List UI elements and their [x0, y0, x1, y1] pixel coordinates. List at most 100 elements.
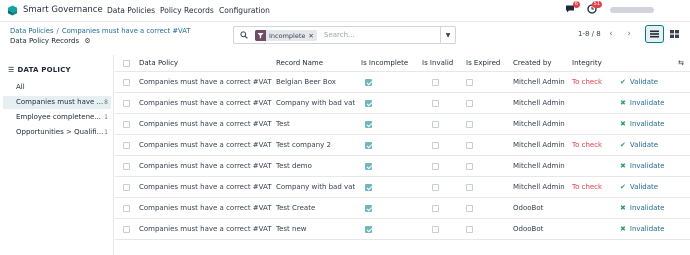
user-menu[interactable]	[610, 7, 654, 13]
close-icon: ✖	[620, 162, 626, 170]
validate-button[interactable]: ✔ Validate	[620, 72, 658, 92]
sidebar-item-employee-policy[interactable]: Employee completene... 1	[3, 111, 111, 124]
cell-is-expired-checkbox	[466, 219, 473, 239]
sidebar-item-all[interactable]: All	[3, 81, 111, 94]
sidebar-item-label: All	[16, 83, 25, 91]
column-header-is-expired[interactable]: Is Expired	[466, 55, 500, 71]
cell-is-incomplete-checkbox	[365, 177, 372, 197]
cell-data-policy: Companies must have a correct #VAT	[139, 183, 272, 191]
sidebar-item-vat-policy[interactable]: Companies must have ... 8	[3, 96, 111, 109]
action-label: Invalidate	[629, 225, 665, 233]
table-row[interactable]: Companies must have a correct #VAT Test n…	[115, 219, 690, 240]
search-icon[interactable]	[240, 31, 248, 39]
kanban-view-icon	[670, 30, 679, 38]
sidebar-item-label: Opportunities > Qualifi...	[16, 128, 104, 136]
close-icon: ✖	[620, 204, 626, 212]
cell-is-expired-checkbox	[466, 72, 473, 92]
search-input[interactable]: Search...	[324, 31, 355, 39]
row-select-checkbox[interactable]	[123, 177, 130, 197]
row-select-checkbox[interactable]	[123, 156, 130, 176]
list-icon: ☰	[8, 66, 15, 74]
column-header-data-policy[interactable]: Data Policy	[139, 55, 178, 71]
app-logo-icon[interactable]	[7, 5, 18, 16]
menu-data-policies[interactable]: Data Policies	[107, 6, 155, 15]
breadcrumb-data-policies[interactable]: Data Policies	[10, 27, 54, 35]
cell-created-by: Mitchell Admin	[513, 99, 565, 107]
column-header-is-invalid[interactable]: Is Invalid	[422, 55, 453, 71]
cell-is-invalid-checkbox	[432, 135, 439, 155]
row-select-checkbox[interactable]	[123, 198, 130, 218]
invalidate-button[interactable]: ✖ Invalidate	[620, 198, 664, 218]
cell-created-by: Mitchell Admin	[513, 141, 565, 149]
pager-previous-icon[interactable]: ‹	[604, 27, 618, 41]
row-select-checkbox[interactable]	[123, 219, 130, 239]
row-select-checkbox[interactable]	[123, 135, 130, 155]
select-all-checkbox[interactable]	[123, 55, 130, 71]
cell-record-name: Test Create	[276, 204, 316, 212]
cell-data-policy: Companies must have a correct #VAT	[139, 141, 272, 149]
chevron-down-icon[interactable]: ▼	[440, 27, 455, 43]
cell-integrity[interactable]: To check	[572, 72, 602, 92]
cell-data-policy: Companies must have a correct #VAT	[139, 204, 272, 212]
cell-is-incomplete-checkbox	[365, 156, 372, 176]
breadcrumb: Data Policies / Companies must have a corr…	[10, 27, 191, 35]
cell-is-expired-checkbox	[466, 114, 473, 134]
list-view-button[interactable]	[645, 25, 664, 43]
sidebar-item-opportunities-policy[interactable]: Opportunities > Qualifi... 1	[3, 126, 111, 139]
top-navbar: Smart Governance Data Policies Policy Re…	[0, 0, 690, 22]
cell-is-incomplete-checkbox	[365, 135, 372, 155]
check-icon: ✔	[620, 141, 626, 149]
pager-value[interactable]: 1-8 / 8	[578, 30, 601, 38]
search-bar[interactable]: Incomplete ✕ Search... ▼	[233, 26, 456, 44]
cell-data-policy: Companies must have a correct #VAT	[139, 225, 272, 233]
action-label: Invalidate	[629, 120, 665, 128]
cell-is-invalid-checkbox	[432, 93, 439, 113]
activities-button[interactable]: 51	[587, 1, 602, 16]
cell-is-invalid-checkbox	[432, 177, 439, 197]
check-icon: ✔	[620, 183, 626, 191]
cell-created-by: Mitchell Admin	[513, 183, 565, 191]
invalidate-button[interactable]: ✖ Invalidate	[620, 93, 664, 113]
app-name[interactable]: Smart Governance	[23, 5, 103, 15]
table-row[interactable]: Companies must have a correct #VAT Belgia…	[115, 72, 690, 93]
column-header-is-incomplete[interactable]: Is Incomplete	[361, 55, 408, 71]
validate-button[interactable]: ✔ Validate	[620, 177, 658, 197]
messages-button[interactable]: 6	[565, 1, 580, 16]
table-row[interactable]: Companies must have a correct #VAT Test Mi…	[115, 114, 690, 135]
filter-icon	[255, 30, 266, 41]
invalidate-button[interactable]: ✖ Invalidate	[620, 219, 664, 239]
cell-is-invalid-checkbox	[432, 156, 439, 176]
column-header-integrity[interactable]: Integrity	[572, 55, 602, 71]
table-row[interactable]: Companies must have a correct #VAT Test c…	[115, 135, 690, 156]
close-icon[interactable]: ✕	[308, 32, 316, 40]
validate-button[interactable]: ✔ Validate	[620, 135, 658, 155]
table-row[interactable]: Companies must have a correct #VAT Test d…	[115, 156, 690, 177]
cell-data-policy: Companies must have a correct #VAT	[139, 120, 272, 128]
invalidate-button[interactable]: ✖ Invalidate	[620, 114, 664, 134]
invalidate-button[interactable]: ✖ Invalidate	[620, 156, 664, 176]
cell-data-policy: Companies must have a correct #VAT	[139, 78, 272, 86]
kanban-view-button[interactable]	[665, 25, 684, 43]
row-select-checkbox[interactable]	[123, 93, 130, 113]
pager-next-icon[interactable]: ›	[622, 27, 636, 41]
cell-integrity[interactable]: To check	[572, 177, 602, 197]
gear-icon[interactable]: ⚙	[84, 37, 90, 45]
filter-facet[interactable]: Incomplete ✕	[255, 30, 317, 41]
cell-integrity[interactable]: To check	[572, 135, 602, 155]
row-select-checkbox[interactable]	[123, 114, 130, 134]
cell-is-incomplete-checkbox	[365, 198, 372, 218]
optional-columns-icon[interactable]: ⇆	[678, 59, 684, 67]
table-header: Data Policy Record Name Is Incomplete Is…	[115, 55, 690, 72]
action-label: Invalidate	[629, 99, 665, 107]
menu-policy-records[interactable]: Policy Records	[160, 6, 214, 15]
breadcrumb-policy[interactable]: Companies must have a correct #VAT	[62, 27, 191, 35]
column-header-created-by[interactable]: Created by	[513, 55, 552, 71]
table-row[interactable]: Companies must have a correct #VAT Compan…	[115, 93, 690, 114]
table-row[interactable]: Companies must have a correct #VAT Test C…	[115, 198, 690, 219]
menu-configuration[interactable]: Configuration	[219, 6, 270, 15]
table-row[interactable]: Companies must have a correct #VAT Compan…	[115, 177, 690, 198]
row-select-checkbox[interactable]	[123, 72, 130, 92]
check-icon: ✔	[620, 78, 626, 86]
cell-created-by: OdooBot	[513, 204, 544, 212]
column-header-record-name[interactable]: Record Name	[276, 55, 323, 71]
